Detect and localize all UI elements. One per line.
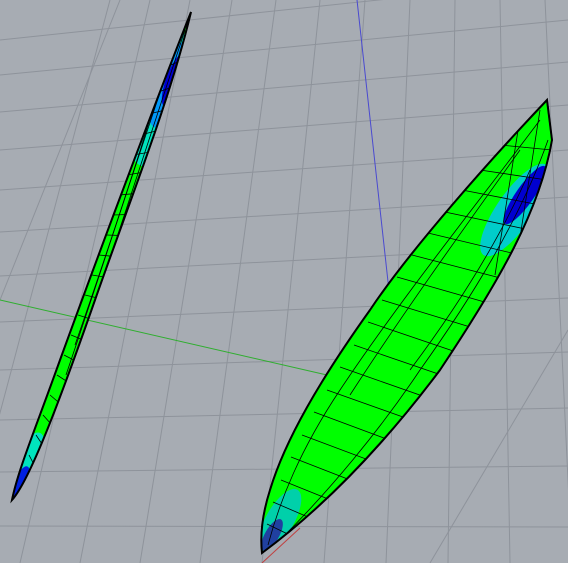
left-hull-surface[interactable] <box>0 11 215 512</box>
y-axis-line <box>0 299 341 379</box>
3d-viewport[interactable] <box>0 0 568 563</box>
z-axis-line <box>356 0 393 319</box>
viewport-canvas[interactable] <box>0 0 568 563</box>
